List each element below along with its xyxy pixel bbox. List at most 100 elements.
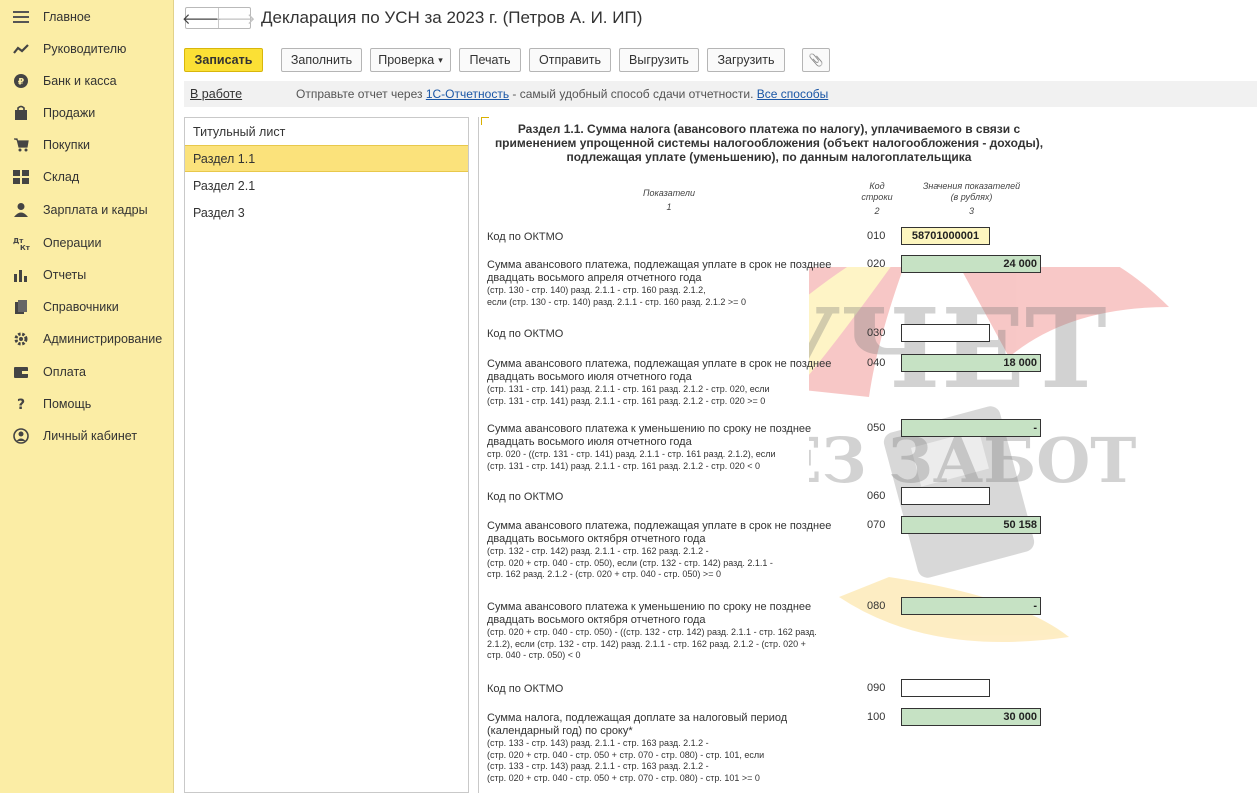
sidebar-item[interactable]: Склад: [0, 163, 174, 191]
sidebar-item[interactable]: Справочники: [0, 293, 174, 321]
import-button[interactable]: Загрузить: [707, 48, 785, 72]
row-label-text: Сумма налога, подлежащая доплате за нало…: [487, 712, 788, 737]
sidebar-item-label: Склад: [43, 170, 80, 184]
books-icon: [12, 298, 30, 316]
row-label: Сумма авансового платежа к уменьшению по…: [487, 423, 847, 472]
row-label-text: Код по ОКТМО: [487, 491, 564, 503]
svg-text:?: ?: [17, 397, 25, 412]
attachment-icon[interactable]: 📎: [802, 48, 830, 72]
sidebar-item[interactable]: Администрирование: [0, 325, 174, 353]
row-code: 080: [867, 600, 886, 612]
row-formula: (стр. 130 - стр. 140) разд. 2.1.1 - стр.…: [487, 285, 746, 307]
row-label: Код по ОКТМО: [487, 328, 847, 341]
sidebar-item-label: Справочники: [43, 300, 119, 314]
sidebar-item[interactable]: Дт Кт Операции: [0, 229, 174, 257]
row-code: 010: [867, 230, 886, 242]
column-header-values: Значения показателей (в рублях) 3: [904, 181, 1039, 217]
info-text-after: - самый удобный способ сдачи отчетности.: [509, 87, 757, 101]
forward-arrow-icon[interactable]: 🡒: [215, 8, 255, 28]
section-item[interactable]: Раздел 2.1: [185, 172, 468, 199]
row-label-text: Сумма авансового платежа, подлежащая упл…: [487, 358, 832, 383]
row-label-text: Сумма авансового платежа, подлежащая упл…: [487, 259, 832, 284]
app-window: Главное Руководителю ₽ Банк и касса Продажи П…: [0, 0, 1257, 793]
amount-field[interactable]: 24 000: [901, 255, 1041, 273]
1c-reporting-link[interactable]: 1С-Отчетность: [426, 87, 509, 101]
amount-field[interactable]: -: [901, 597, 1041, 615]
column-header-indicators-label: Показатели: [643, 188, 695, 198]
section-item[interactable]: Титульный лист: [185, 118, 468, 145]
column-header-indicators-number: 1: [666, 202, 672, 212]
row-label: Код по ОКТМО: [487, 231, 847, 244]
sidebar-item-label: Продажи: [43, 106, 96, 120]
svg-text:₽: ₽: [18, 78, 24, 88]
sidebar-item-label: Личный кабинет: [43, 429, 138, 443]
section-item[interactable]: Раздел 1.1: [185, 145, 468, 172]
grid-icon: [12, 168, 30, 186]
sidebar-item-label: Банк и касса: [43, 74, 117, 88]
all-methods-link[interactable]: Все способы: [757, 87, 829, 101]
row-label-text: Код по ОКТМО: [487, 683, 564, 695]
oktmo-input[interactable]: 58701000001: [901, 227, 990, 245]
sidebar-item[interactable]: ? Помощь: [0, 390, 174, 418]
sidebar-item-label: Зарплата и кадры: [43, 203, 148, 217]
oktmo-input[interactable]: [901, 487, 990, 505]
sidebar-item-label: Руководителю: [43, 42, 127, 56]
sidebar-item-label: Покупки: [43, 138, 91, 152]
sidebar-item[interactable]: ₽ Банк и касса: [0, 67, 174, 95]
sidebar-item-label: Отчеты: [43, 268, 87, 282]
sidebar-item[interactable]: Отчеты: [0, 261, 174, 289]
row-label: Код по ОКТМО: [487, 683, 847, 696]
export-button[interactable]: Выгрузить: [619, 48, 699, 72]
oktmo-input[interactable]: [901, 679, 990, 697]
check-button-label: Проверка: [378, 53, 435, 67]
save-button[interactable]: Записать: [184, 48, 263, 72]
fill-button[interactable]: Заполнить: [281, 48, 362, 72]
chevron-down-icon: ▾: [438, 54, 443, 65]
sidebar-item-label: Операции: [43, 236, 102, 250]
sidebar-item-label: Помощь: [43, 397, 92, 411]
row-label: Сумма авансового платежа, подлежащая упл…: [487, 520, 847, 581]
column-header-code-number: 2: [874, 206, 880, 216]
status-link[interactable]: В работе: [190, 87, 242, 101]
row-code: 100: [867, 711, 886, 723]
send-button[interactable]: Отправить: [529, 48, 611, 72]
ruble-icon: ₽: [12, 72, 30, 90]
row-label: Код по ОКТМО: [487, 491, 847, 504]
info-text-before: Отправьте отчет через: [296, 87, 426, 101]
check-dropdown-button[interactable]: Проверка ▾: [370, 48, 451, 72]
back-arrow-icon[interactable]: 🡐: [182, 8, 222, 28]
row-label-text: Сумма авансового платежа, подлежащая упл…: [487, 520, 832, 545]
row-formula: (стр. 020 + стр. 040 - стр. 050) - ((стр…: [487, 627, 817, 660]
section-title: Раздел 1.1. Сумма налога (авансового пла…: [494, 122, 1044, 164]
cart-icon: [12, 136, 30, 154]
declaration-form: УЧЕТ БЕЗ ЗАБОТ Раздел 1.1. Сумма налога …: [478, 117, 1257, 793]
oktmo-input[interactable]: [901, 324, 990, 342]
sections-list: Титульный лист Раздел 1.1 Раздел 2.1 Раздел…: [184, 117, 469, 793]
row-code: 070: [867, 519, 886, 531]
row-code: 090: [867, 682, 886, 694]
section-item[interactable]: Раздел 3: [185, 199, 468, 226]
amount-field[interactable]: 18 000: [901, 354, 1041, 372]
person-icon: [12, 201, 30, 219]
print-button[interactable]: Печать: [459, 48, 521, 72]
sidebar-item[interactable]: Зарплата и кадры: [0, 196, 174, 224]
amount-field[interactable]: 50 158: [901, 516, 1041, 534]
amount-field[interactable]: -: [901, 419, 1041, 437]
sidebar-item[interactable]: Продажи: [0, 99, 174, 127]
menu-icon: [12, 8, 30, 26]
row-label-text: Код по ОКТМО: [487, 328, 564, 340]
column-header-code-label: Код: [869, 181, 885, 191]
watermark-logo: УЧЕТ БЕЗ ЗАБОТ: [809, 267, 1169, 642]
row-code: 060: [867, 490, 886, 502]
sidebar-item-label: Оплата: [43, 365, 86, 379]
sidebar-item[interactable]: Главное: [0, 3, 174, 31]
row-label: Сумма авансового платежа, подлежащая упл…: [487, 358, 847, 407]
sidebar-item[interactable]: Руководителю: [0, 35, 174, 63]
amount-field[interactable]: 30 000: [901, 708, 1041, 726]
row-formula: (стр. 132 - стр. 142) разд. 2.1.1 - стр.…: [487, 546, 773, 579]
sidebar-item[interactable]: Личный кабинет: [0, 422, 174, 450]
sidebar-item[interactable]: Покупки: [0, 131, 174, 159]
row-formula: стр. 020 - ((стр. 131 - стр. 141) разд. …: [487, 449, 776, 471]
question-icon: ?: [12, 395, 30, 413]
sidebar-item[interactable]: Оплата: [0, 358, 174, 386]
